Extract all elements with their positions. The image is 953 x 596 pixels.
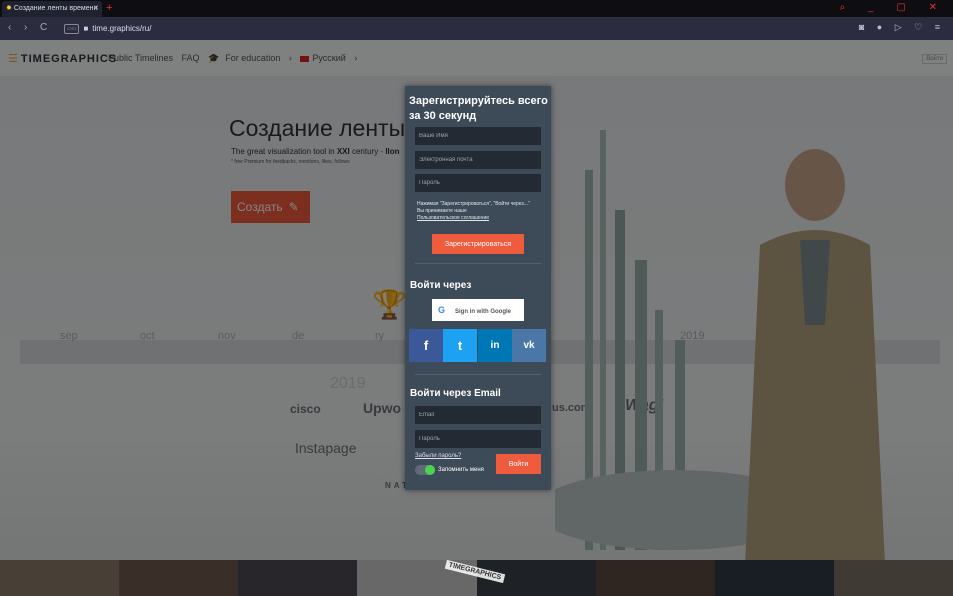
- tab-close-icon[interactable]: ✕: [93, 1, 99, 17]
- speed-dial-icon[interactable]: ▭▭: [64, 23, 80, 34]
- google-icon: G: [438, 305, 446, 315]
- google-signin-button[interactable]: G Sign in with Google: [432, 299, 524, 321]
- forward-icon[interactable]: ›: [24, 22, 27, 33]
- browser-tab-bar: ✹ Создание ленты времени ✕ + ⌕ _ ▢ ✕: [0, 0, 953, 17]
- terms-body: Нажимая "Зарегистрироваться", "Войти чер…: [417, 201, 530, 214]
- modal-title: Зарегистрируйтесь всего за 30 секунд: [409, 95, 548, 122]
- vk-button[interactable]: vk: [512, 329, 546, 362]
- signup-modal: Зарегистрируйтесь всего за 30 секунд Наж…: [405, 86, 551, 490]
- browser-tab[interactable]: ✹ Создание ленты времени ✕: [2, 1, 102, 17]
- window-controls[interactable]: ⌕ _ ▢ ✕: [840, 0, 947, 16]
- remember-toggle[interactable]: [415, 465, 435, 475]
- password-input[interactable]: [415, 174, 541, 192]
- remember-label: Запомнить меня: [438, 467, 484, 473]
- twitter-button[interactable]: t: [443, 329, 477, 362]
- terms-text: Нажимая "Зарегистрироваться", "Войти чер…: [417, 201, 535, 222]
- email-input[interactable]: [415, 151, 541, 169]
- name-input[interactable]: [415, 127, 541, 145]
- favicon-icon: ✹: [6, 5, 12, 12]
- terms-link[interactable]: Пользовательское соглашение: [417, 215, 489, 221]
- login-button[interactable]: Войти: [496, 454, 541, 474]
- new-tab-button[interactable]: +: [106, 0, 112, 16]
- browser-nav-bar: ‹ › C ▭▭ ■ time.graphics/ru/ ◙ ● ▷ ♡ ≡: [0, 17, 953, 40]
- separator: [415, 263, 541, 264]
- separator: [415, 374, 541, 375]
- facebook-button[interactable]: f: [409, 329, 443, 362]
- back-icon[interactable]: ‹: [8, 22, 11, 33]
- login-password-input[interactable]: [415, 430, 541, 448]
- forgot-password-link[interactable]: Забыли пароль?: [415, 453, 461, 459]
- url-text: time.graphics/ru/: [92, 24, 152, 33]
- browser-extensions[interactable]: ◙ ● ▷ ♡ ≡: [859, 22, 945, 33]
- lock-icon: ■: [83, 24, 89, 33]
- tab-title: Создание ленты времени: [13, 5, 98, 12]
- reload-icon[interactable]: C: [40, 22, 47, 33]
- login-email-input[interactable]: [415, 406, 541, 424]
- toggle-knob: [425, 465, 435, 475]
- register-button[interactable]: Зарегистрироваться: [432, 234, 524, 254]
- social-login-title: Войти через: [410, 280, 472, 291]
- linkedin-button[interactable]: in: [478, 329, 512, 362]
- google-signin-label: Sign in with Google: [455, 309, 512, 315]
- address-bar[interactable]: ▭▭ ■ time.graphics/ru/: [64, 21, 864, 36]
- email-login-title: Войти через Email: [410, 388, 501, 399]
